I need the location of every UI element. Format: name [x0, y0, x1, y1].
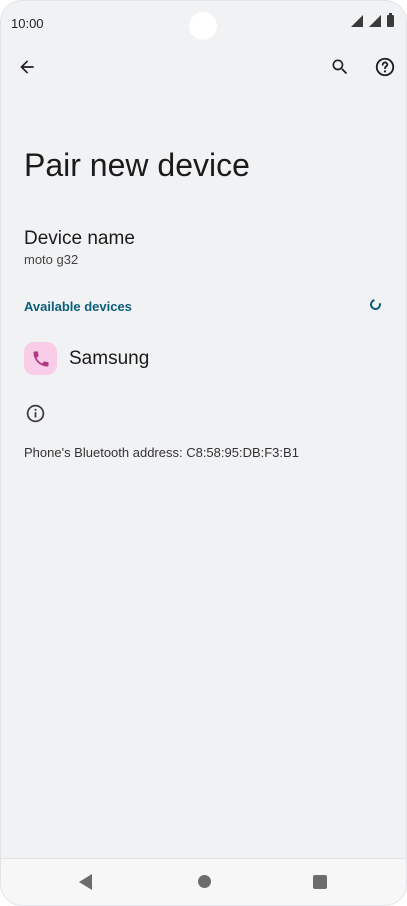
- status-icons: [351, 13, 394, 27]
- back-button[interactable]: [13, 53, 41, 81]
- status-bar: 10:00: [1, 1, 406, 47]
- phone-screen: 10:00 Pair new device Device name moto g…: [0, 0, 407, 906]
- wifi-signal-icon: [351, 15, 363, 27]
- available-devices-header: Available devices: [24, 299, 132, 314]
- device-name-value: moto g32: [24, 252, 79, 267]
- toolbar: [1, 47, 406, 87]
- page-title: Pair new device: [24, 147, 250, 183]
- loading-spinner-icon: [367, 296, 384, 313]
- nav-back-button[interactable]: [79, 874, 92, 890]
- cell-signal-icon: [369, 15, 381, 27]
- nav-recents-button[interactable]: [313, 875, 327, 889]
- bluetooth-address-text: Phone's Bluetooth address: C8:58:95:DB:F…: [24, 445, 299, 460]
- battery-icon: [387, 13, 394, 27]
- help-circle-icon: [375, 57, 395, 77]
- help-button[interactable]: [371, 53, 399, 81]
- phone-icon: [33, 351, 48, 366]
- camera-cutout: [189, 12, 217, 40]
- device-item-samsung[interactable]: Samsung: [1, 337, 406, 381]
- arrow-left-icon: [20, 60, 34, 74]
- navigation-bar: [1, 858, 406, 905]
- search-icon: [332, 59, 348, 75]
- nav-home-button[interactable]: [198, 875, 211, 888]
- device-label: Samsung: [69, 348, 150, 369]
- search-button[interactable]: [326, 53, 354, 81]
- device-name-label: Device name: [24, 228, 135, 249]
- info-icon: [25, 403, 46, 429]
- status-time: 10:00: [11, 16, 44, 31]
- device-icon-bg: [24, 342, 57, 375]
